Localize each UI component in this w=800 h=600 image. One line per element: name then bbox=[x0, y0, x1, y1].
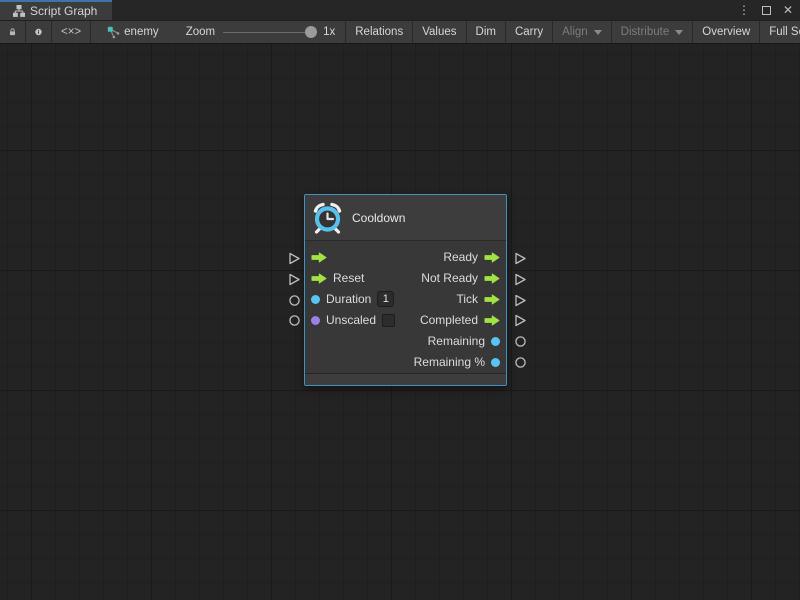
output-ports: Ready Not Ready Tick bbox=[408, 247, 506, 373]
flow-arrow-icon bbox=[484, 294, 500, 305]
external-value-port[interactable] bbox=[514, 335, 527, 348]
alarm-clock-icon bbox=[311, 201, 344, 235]
input-ports: Reset Duration 1 Unscaled bbox=[305, 247, 401, 373]
unscaled-checkbox[interactable] bbox=[382, 314, 395, 327]
value-port-icon bbox=[491, 358, 500, 367]
tab-label: Script Graph bbox=[30, 4, 97, 18]
node-footer bbox=[305, 373, 506, 385]
maximize-icon[interactable] bbox=[758, 2, 774, 18]
full-screen-button[interactable]: Full Screen bbox=[760, 21, 800, 43]
lock-button[interactable] bbox=[0, 21, 25, 43]
zoom-control: Zoom 1x bbox=[168, 21, 346, 43]
graph-name: enemy bbox=[124, 26, 159, 38]
flow-arrow-icon bbox=[311, 273, 327, 284]
external-flow-port[interactable] bbox=[288, 252, 301, 265]
distribute-button[interactable]: Distribute bbox=[612, 21, 693, 43]
node-title: Cooldown bbox=[352, 211, 405, 225]
output-port-not-ready[interactable]: Not Ready bbox=[415, 268, 506, 289]
external-value-port[interactable] bbox=[288, 314, 301, 327]
chevron-down-icon bbox=[675, 30, 683, 35]
output-port-remaining[interactable]: Remaining bbox=[422, 331, 506, 352]
close-icon[interactable]: ✕ bbox=[780, 2, 796, 18]
graph-toolbar: <×> enemy Zoom 1x Relations Values Dim bbox=[0, 20, 800, 44]
output-port-tick[interactable]: Tick bbox=[450, 289, 506, 310]
zoom-slider[interactable] bbox=[223, 32, 315, 33]
external-value-port[interactable] bbox=[288, 294, 301, 307]
code-view-button[interactable]: <×> bbox=[52, 21, 90, 43]
overview-button[interactable]: Overview bbox=[693, 21, 759, 43]
output-port-ready[interactable]: Ready bbox=[437, 247, 506, 268]
output-port-completed[interactable]: Completed bbox=[414, 310, 506, 331]
flow-arrow-icon bbox=[484, 252, 500, 263]
flow-arrow-icon bbox=[484, 273, 500, 284]
info-button[interactable] bbox=[26, 21, 51, 43]
flow-arrow-icon bbox=[484, 315, 500, 326]
graph-icon bbox=[107, 26, 120, 39]
toolbar-right-group: Relations Values Dim Carry Align Distrib… bbox=[345, 21, 800, 43]
relations-button[interactable]: Relations bbox=[346, 21, 412, 43]
dim-button[interactable]: Dim bbox=[467, 21, 505, 43]
info-icon bbox=[35, 26, 42, 38]
external-flow-port[interactable] bbox=[514, 273, 527, 286]
script-graph-window: Script Graph ⋮ ✕ <×> bbox=[0, 0, 800, 600]
more-menu-icon[interactable]: ⋮ bbox=[736, 2, 752, 18]
input-port-unscaled[interactable]: Unscaled bbox=[305, 310, 401, 331]
external-flow-port[interactable] bbox=[514, 294, 527, 307]
input-port-duration[interactable]: Duration 1 bbox=[305, 289, 400, 310]
external-flow-port[interactable] bbox=[514, 314, 527, 327]
zoom-slider-handle[interactable] bbox=[305, 26, 317, 38]
output-port-remaining-pct[interactable]: Remaining % bbox=[408, 352, 506, 373]
tab-script-graph[interactable]: Script Graph bbox=[0, 0, 112, 20]
carry-button[interactable]: Carry bbox=[506, 21, 552, 43]
flow-arrow-icon bbox=[311, 252, 327, 263]
value-port-icon bbox=[311, 295, 320, 304]
lock-icon bbox=[9, 26, 16, 38]
external-flow-port[interactable] bbox=[514, 252, 527, 265]
graph-breadcrumb[interactable]: enemy bbox=[91, 21, 168, 43]
duration-input[interactable]: 1 bbox=[377, 291, 394, 307]
hierarchy-icon bbox=[13, 5, 25, 17]
value-port-icon bbox=[491, 337, 500, 346]
value-port-icon bbox=[311, 316, 320, 325]
external-value-port[interactable] bbox=[514, 356, 527, 369]
node-header[interactable]: Cooldown bbox=[305, 195, 506, 241]
node-body: Reset Duration 1 Unscaled Re bbox=[305, 241, 506, 373]
node-cooldown[interactable]: Cooldown Reset bbox=[304, 194, 507, 386]
zoom-label: Zoom bbox=[186, 26, 215, 38]
title-bar: Script Graph ⋮ ✕ bbox=[0, 0, 800, 20]
zoom-value: 1x bbox=[323, 26, 335, 38]
values-button[interactable]: Values bbox=[413, 21, 465, 43]
input-port-enter[interactable] bbox=[305, 247, 339, 268]
graph-canvas[interactable]: Cooldown Reset bbox=[0, 44, 800, 600]
input-port-reset[interactable]: Reset bbox=[305, 268, 370, 289]
chevron-down-icon bbox=[594, 30, 602, 35]
align-button[interactable]: Align bbox=[553, 21, 611, 43]
external-flow-port[interactable] bbox=[288, 273, 301, 286]
window-controls: ⋮ ✕ bbox=[736, 0, 796, 20]
